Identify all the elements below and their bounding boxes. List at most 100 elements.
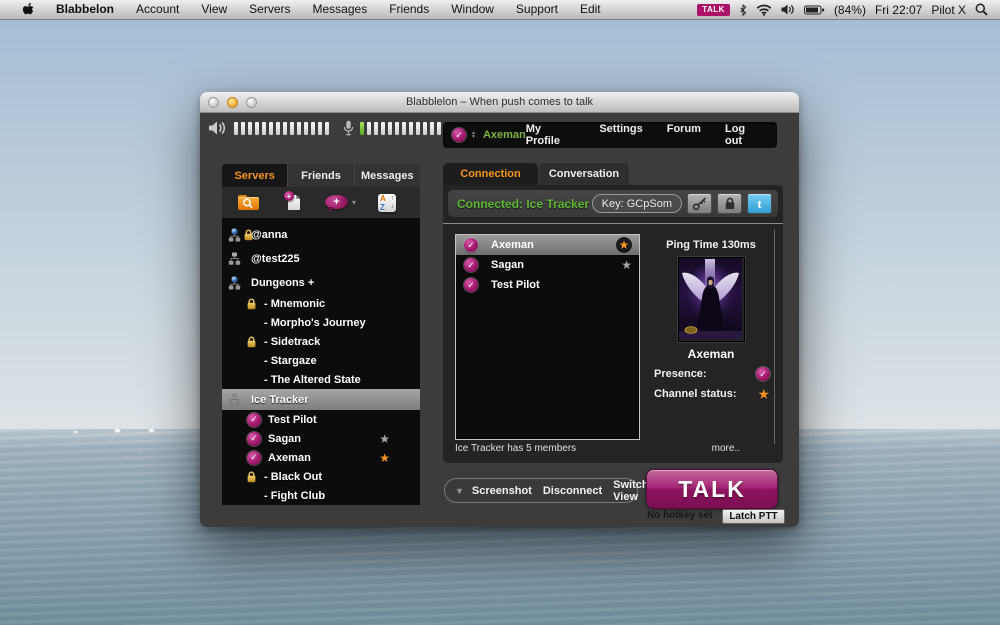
menu-account[interactable]: Account	[125, 0, 190, 19]
search-icon[interactable]	[975, 3, 988, 16]
chevron-down-icon[interactable]: ▾	[352, 198, 356, 207]
menu-friends[interactable]: Friends	[378, 0, 440, 19]
channel-key-pill[interactable]: Key: GCpSom	[592, 194, 682, 213]
member-list: ✓ Axeman ★ ✓ Sagan ★ ✓ Test Pilot	[455, 234, 640, 440]
talk-status-badge[interactable]: TALK	[697, 4, 730, 16]
server-row-test225[interactable]: @test225	[222, 247, 420, 271]
menu-clock[interactable]: Fri 22:07	[875, 3, 922, 17]
tab-connection[interactable]: Connection	[443, 163, 538, 185]
divider	[443, 223, 783, 224]
server-row-dungeons[interactable]: Dungeons +	[222, 271, 420, 294]
volume-icon[interactable]	[781, 4, 795, 15]
title-bar[interactable]: Blabblelon – When push comes to talk	[200, 92, 799, 113]
channel-row-mnemonic[interactable]: - Mnemonic	[222, 294, 420, 313]
channel-row-fight-club[interactable]: - Fight Club	[222, 486, 420, 505]
member-row-test-pilot[interactable]: ✓ Test Pilot	[456, 275, 639, 295]
disconnect-button[interactable]: Disconnect	[543, 485, 602, 497]
user-bar: ✓ ▲▼ Axeman My Profile Settings Forum Lo…	[443, 122, 777, 148]
menu-bar-status: TALK (84%) Fri 22:07 Pilot X	[697, 3, 1000, 17]
tab-friends[interactable]: Friends	[288, 164, 354, 187]
desktop: Blabbelon Account View Servers Messages …	[0, 0, 1000, 625]
menu-servers[interactable]: Servers	[238, 0, 301, 19]
server-row-anna[interactable]: @anna	[222, 223, 420, 247]
presence-check-icon: ✓	[464, 238, 478, 252]
sort-az-icon[interactable]: AZ↑↓	[378, 194, 396, 212]
latch-ptt-button[interactable]: Latch PTT	[722, 509, 785, 524]
sidebar-tabs: Servers Friends Messages	[222, 164, 420, 187]
menu-app-name[interactable]: Blabbelon	[45, 0, 125, 19]
presence-check-icon[interactable]: ✓	[452, 128, 466, 142]
new-chat-icon[interactable]: +	[325, 194, 349, 211]
menu-bar: Blabbelon Account View Servers Messages …	[0, 0, 1000, 20]
menu-user[interactable]: Pilot X	[931, 3, 966, 17]
channel-star-icon: ★	[757, 387, 770, 401]
lock-icon	[246, 336, 257, 348]
channel-row-black-out[interactable]: - Black Out	[222, 467, 420, 486]
audio-meters	[208, 120, 441, 136]
member-row-axeman[interactable]: ✓ Axeman ★	[456, 235, 639, 255]
presence-check-icon: ✓	[464, 278, 478, 292]
channel-row-morpho[interactable]: - Morpho's Journey	[222, 313, 420, 332]
connection-panel: Connected: Ice Tracker Key: GCpSom t ✓ A…	[443, 185, 783, 463]
server-list: @anna @test225 Dungeons + - Mnemonic	[222, 218, 420, 505]
apple-icon[interactable]	[10, 2, 45, 17]
window-title: Blabblelon – When push comes to talk	[200, 96, 799, 108]
bluetooth-icon[interactable]	[739, 4, 747, 16]
menu-messages[interactable]: Messages	[302, 0, 379, 19]
settings-link[interactable]: Settings	[599, 123, 642, 147]
presence-check-icon: ✓	[756, 367, 770, 381]
member-row-sagan[interactable]: ✓ Sagan ★	[456, 255, 639, 275]
menu-edit[interactable]: Edit	[569, 0, 612, 19]
tab-messages[interactable]: Messages	[355, 164, 420, 187]
member-row-axeman[interactable]: ✓ Axeman ★	[222, 448, 420, 467]
channel-status-row: Channel status: ★	[654, 387, 770, 401]
battery-percent: (84%)	[834, 3, 866, 17]
channel-star-icon: ★	[379, 452, 390, 464]
talk-button[interactable]: TALK	[646, 469, 778, 509]
presence-check-icon: ✓	[464, 258, 478, 272]
member-row-sagan[interactable]: ✓ Sagan ★	[222, 429, 420, 448]
action-bar: ▼ Screenshot Disconnect Switch View	[444, 478, 638, 503]
battery-icon[interactable]	[804, 5, 825, 15]
presence-stepper[interactable]: ▲▼	[471, 131, 476, 139]
lock-icon	[243, 229, 254, 241]
boat-speck	[115, 429, 120, 432]
channel-row-altered-state[interactable]: - The Altered State	[222, 370, 420, 389]
my-profile-link[interactable]: My Profile	[526, 123, 576, 147]
lock-icon	[246, 298, 257, 310]
channel-row-stargaze[interactable]: - Stargaze	[222, 351, 420, 370]
server-row-ice-tracker[interactable]: Ice Tracker	[222, 389, 420, 410]
boat-speck	[149, 429, 154, 432]
logout-link[interactable]: Log out	[725, 123, 763, 147]
sidebar-toolbar: + + ▾ AZ↑↓	[222, 187, 420, 218]
screenshot-button[interactable]: Screenshot	[472, 485, 532, 497]
forum-link[interactable]: Forum	[667, 123, 701, 147]
channel-row-sidetrack[interactable]: - Sidetrack	[222, 332, 420, 351]
tab-servers[interactable]: Servers	[222, 164, 288, 187]
boat-speck	[74, 431, 77, 433]
menu-view[interactable]: View	[190, 0, 238, 19]
wifi-icon[interactable]	[756, 4, 772, 16]
switch-view-button[interactable]: Switch View	[613, 479, 648, 503]
twitter-button[interactable]: t	[747, 193, 772, 214]
connected-status: Connected: Ice Tracker	[457, 197, 589, 211]
menu-support[interactable]: Support	[505, 0, 569, 19]
folder-search-icon[interactable]	[238, 195, 259, 210]
menu-window[interactable]: Window	[440, 0, 505, 19]
avatar	[678, 257, 745, 342]
member-row-test-pilot[interactable]: ✓ Test Pilot	[222, 410, 420, 429]
chevron-down-icon[interactable]: ▼	[455, 486, 464, 496]
presence-check-icon: ✓	[247, 413, 261, 427]
current-user-name: Axeman	[483, 129, 526, 141]
app-window: Blabblelon – When push comes to talk ✓ ▲…	[200, 92, 799, 527]
microphone-icon	[343, 120, 354, 136]
tab-conversation[interactable]: Conversation	[539, 163, 629, 185]
ping-time: Ping Time 130ms	[648, 239, 774, 251]
hotkey-status: No hotkey set	[647, 510, 713, 521]
new-document-icon[interactable]: +	[286, 194, 301, 211]
input-level-meter	[360, 122, 441, 135]
globe-network-icon	[228, 276, 241, 290]
lock-button[interactable]	[717, 193, 742, 214]
key-button[interactable]	[687, 193, 712, 214]
more-link[interactable]: more..	[712, 443, 740, 454]
